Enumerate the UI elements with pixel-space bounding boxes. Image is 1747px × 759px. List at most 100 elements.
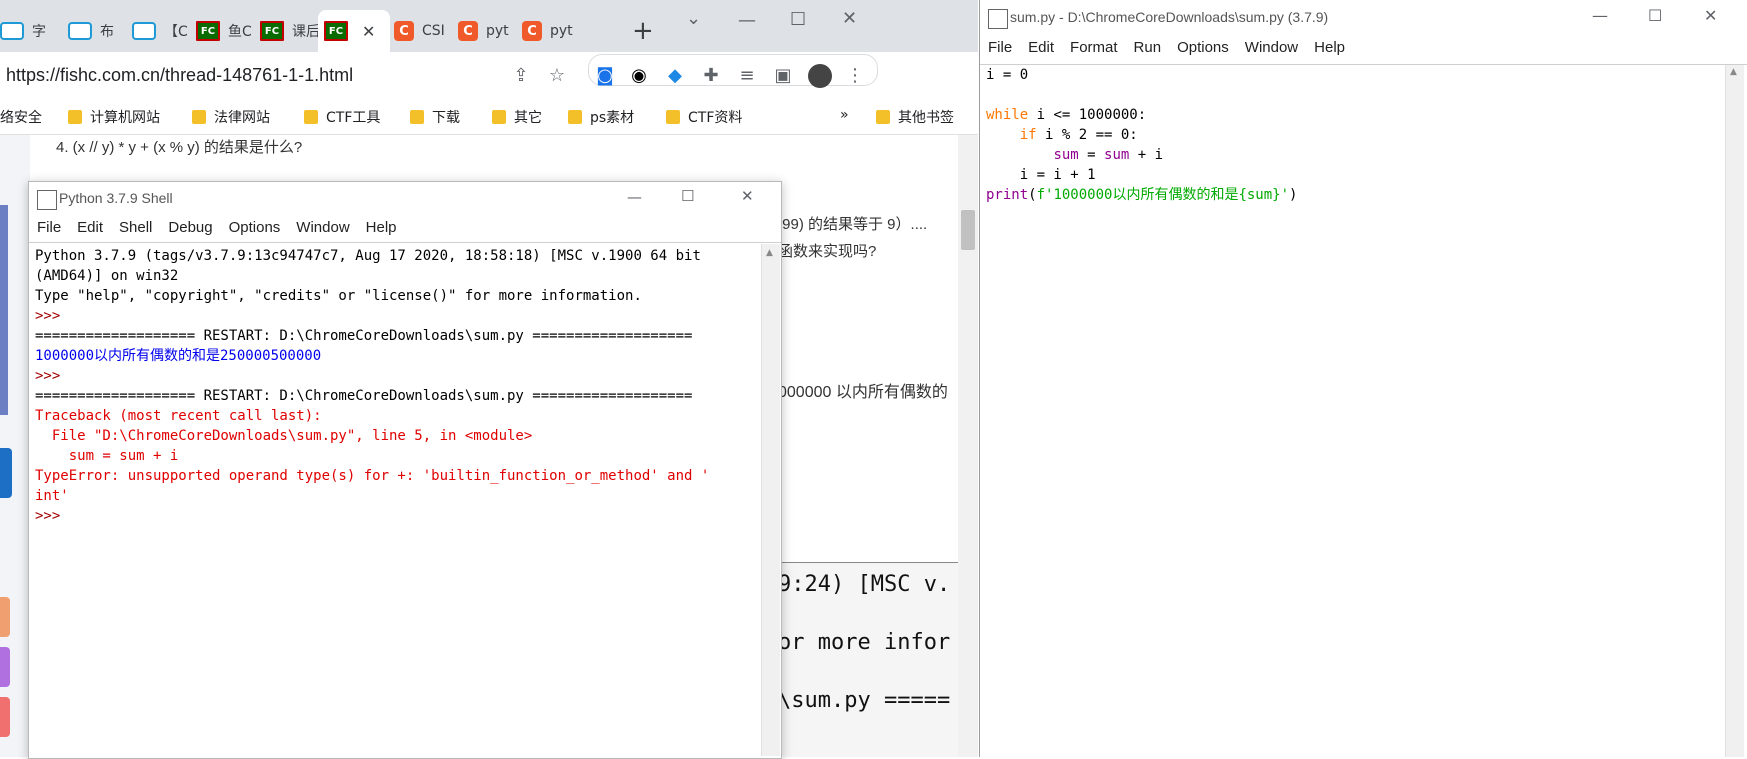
editor-close-button[interactable]: ✕ [1704,6,1717,25]
shell-line: File "D:\ChromeCoreDownloads\sum.py", li… [35,428,533,444]
extensions-puzzle-icon[interactable]: ✚ [700,64,722,86]
sidebar-tile-3[interactable] [0,697,10,737]
editor-menu-help[interactable]: Help [1306,36,1353,64]
media-icon[interactable]: ≡ [736,64,758,86]
shell-output[interactable]: Python 3.7.9 (tags/v3.7.9:13c94747c7, Au… [35,246,761,746]
editor-menu-options[interactable]: Options [1169,36,1237,64]
editor-menu-run[interactable]: Run [1126,36,1170,64]
bookmark-item[interactable]: 络安全 [0,107,42,127]
editor-menu-format[interactable]: Format [1062,36,1126,64]
code-token: + i [1129,147,1164,163]
address-bar[interactable]: https://fishc.com.cn/thread-148761-1-1.h… [6,65,353,86]
bookmark-label: ps素材 [590,110,635,126]
shell-line: Type "help", "copyright", "credits" or "… [35,288,642,304]
browser-tab[interactable]: FC 鱼C [190,14,256,48]
shell-menu-window[interactable]: Window [288,216,357,242]
editor-titlebar[interactable]: sum.py - D:\ChromeCoreDownloads\sum.py (… [980,0,1747,36]
editor-scrollbar[interactable]: ▲ [1725,65,1744,757]
bookmark-item[interactable]: ps素材 [568,107,634,127]
code-token: if [1019,127,1037,143]
code-line: i = i + 1 [986,165,1710,185]
shell-line: Traceback (most recent call last): [35,408,322,424]
code-token: print [986,187,1029,203]
other-bookmarks-label: 其他书签 [898,110,954,126]
bookmark-item[interactable]: 法律网站 [192,107,270,127]
editor-maximize-button[interactable]: ☐ [1648,6,1662,25]
extension-icon-2[interactable]: ◉ [628,64,650,86]
editor-minimize-button[interactable]: — [1592,6,1608,25]
bookmark-star-icon[interactable]: ☆ [546,64,568,86]
code-block-divider [778,562,958,563]
shell-titlebar[interactable]: Python 3.7.9 Shell — ☐ ✕ [29,182,781,216]
bookmarks-overflow-button[interactable]: » [840,107,849,123]
bookmark-item[interactable]: 计算机网站 [68,107,160,127]
extension-icon-3[interactable]: ◆ [664,64,686,86]
browser-tab[interactable]: Cpyt [516,14,582,48]
browser-tab[interactable]: FC ✕ [318,10,390,52]
tab-label: pyt [550,23,573,39]
editor-code-area[interactable]: i = 0 while i <= 1000000: if i % 2 == 0: … [986,65,1710,745]
maximize-button[interactable]: ☐ [790,9,806,30]
bookmarks-bar: 络安全 计算机网站 法律网站 CTF工具 下载 其它 ps素材 CTF资料 [0,100,978,135]
share-icon[interactable]: ⇪ [510,64,532,86]
shell-minimize-button[interactable]: — [627,188,642,206]
bookmark-item[interactable]: 下载 [410,107,460,127]
bookmark-label: 其它 [514,110,542,126]
tab-label: pyt [486,23,509,39]
shell-line: int' [35,488,69,504]
browser-tab[interactable]: 字 [0,14,58,48]
folder-icon [192,110,206,124]
profile-avatar[interactable] [808,64,832,88]
shell-line: =================== RESTART: D:\ChromeCo… [35,328,693,344]
shell-line: Python 3.7.9 (tags/v3.7.9:13c94747c7, Au… [35,248,701,264]
shell-maximize-button[interactable]: ☐ [681,187,694,205]
code-token: sum [1053,147,1079,163]
bookmark-item[interactable]: CTF工具 [304,107,380,127]
menu-kebab-icon[interactable]: ⋮ [844,64,866,86]
bilibili-icon [0,22,24,40]
code-line: print(f'1000000以内所有偶数的和是{sum}') [986,185,1710,205]
shell-menu-shell[interactable]: Shell [111,216,160,242]
other-bookmarks[interactable]: 其他书签 [876,107,954,127]
idle-file-icon [988,9,1008,29]
minimize-button[interactable]: — [738,10,756,31]
tab-close-icon[interactable]: ✕ [362,22,375,41]
shell-close-button[interactable]: ✕ [741,187,754,205]
shell-menu-debug[interactable]: Debug [160,216,220,242]
shell-line: 1000000以内所有偶数的和是250000500000 [35,348,322,364]
sidebar-tile-1[interactable] [0,597,10,637]
editor-menu-file[interactable]: File [980,36,1020,64]
extension-icon-1[interactable]: ◙ [594,64,616,86]
page-scrollbar[interactable] [958,135,978,757]
scroll-up-icon[interactable]: ▲ [766,248,773,258]
browser-tab[interactable]: FC 课后 [254,14,320,48]
browser-tab[interactable]: 布 [62,14,128,48]
bookmark-item[interactable]: 其它 [492,107,542,127]
sidebar-button[interactable] [0,448,12,498]
browser-tab[interactable]: C CSI [388,14,454,48]
browser-toolbar: https://fishc.com.cn/thread-148761-1-1.h… [0,52,978,100]
shell-menu-help[interactable]: Help [358,216,405,242]
fishc-icon: FC [196,21,220,41]
shell-line: sum = sum + i [35,448,179,464]
new-tab-button[interactable]: + [632,16,654,46]
shell-menu-edit[interactable]: Edit [69,216,111,242]
shell-menu-file[interactable]: File [29,216,69,242]
editor-menu-window[interactable]: Window [1237,36,1306,64]
tab-search-chevron-icon[interactable]: ⌄ [686,8,701,29]
sidepanel-icon[interactable]: ▣ [772,64,794,86]
shell-scrollbar[interactable]: ▲ [761,244,780,756]
close-window-button[interactable]: ✕ [842,8,857,29]
bookmark-item[interactable]: CTF资料 [666,107,742,127]
page-scrollbar-thumb[interactable] [961,210,975,250]
page-left-sidebar [0,135,30,757]
browser-tab[interactable]: 【C [126,14,192,48]
browser-tab[interactable]: Cpyt [452,14,518,48]
question-4-text: 4. (x // y) * y + (x % y) 的结果是什么? [56,139,303,156]
page-fragment-1: .99) 的结果等于 9）.... [778,216,928,233]
shell-menu-options[interactable]: Options [221,216,289,242]
editor-scroll-up-icon[interactable]: ▲ [1730,67,1737,77]
sidebar-tile-2[interactable] [0,647,10,687]
editor-menu-edit[interactable]: Edit [1020,36,1062,64]
tab-label: 【C [164,24,188,40]
